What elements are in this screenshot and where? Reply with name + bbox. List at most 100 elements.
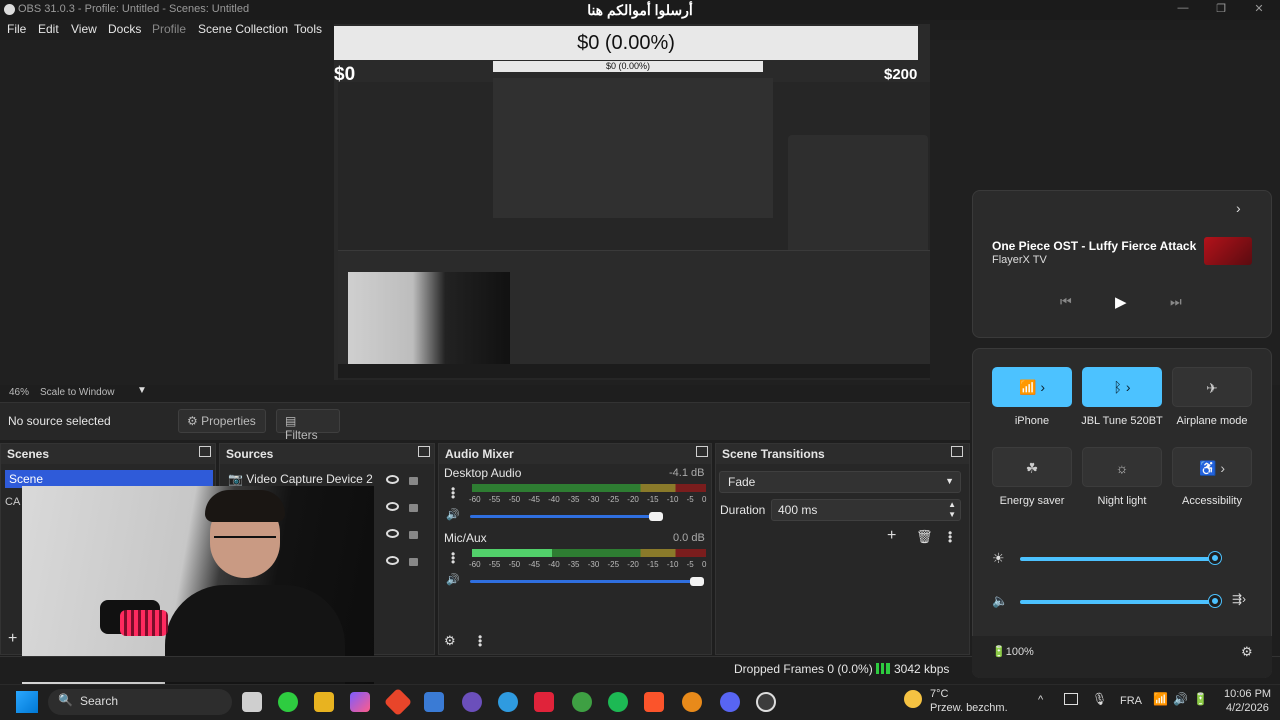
menu-scene-collection[interactable]: Scene Collection bbox=[198, 22, 288, 36]
visibility-eye-icon[interactable] bbox=[386, 502, 399, 511]
brightness-knob[interactable] bbox=[1209, 552, 1221, 564]
visibility-eye-icon[interactable] bbox=[386, 556, 399, 565]
taskbar-search[interactable]: 🔍 Search bbox=[48, 689, 232, 715]
channel-menu-icon[interactable]: • • • bbox=[451, 483, 455, 503]
menu-tools[interactable]: Tools bbox=[294, 22, 322, 36]
lock-icon[interactable] bbox=[409, 504, 418, 512]
add-transition-icon[interactable]: + bbox=[887, 527, 896, 545]
add-scene-icon[interactable]: + bbox=[8, 630, 17, 648]
trash-icon[interactable]: 🗑 bbox=[916, 529, 933, 545]
airplane-tile[interactable]: ✈ bbox=[1172, 367, 1252, 407]
volume-slider[interactable] bbox=[1020, 600, 1216, 604]
duration-input[interactable]: 400 ms ▲ ▼ bbox=[771, 499, 961, 521]
windows-start-icon[interactable] bbox=[16, 691, 38, 713]
undock-icon[interactable] bbox=[696, 446, 708, 457]
mixer-settings-icon[interactable]: ⚙ bbox=[444, 633, 456, 649]
app-icon[interactable] bbox=[572, 692, 592, 712]
clock-date[interactable]: 4/2/2026 bbox=[1226, 702, 1269, 714]
accessibility-tile[interactable]: ♿ › bbox=[1172, 447, 1252, 487]
channel-db: -4.1 dB bbox=[669, 467, 705, 479]
lock-icon[interactable] bbox=[409, 477, 418, 485]
filters-button[interactable]: ▤ Filters bbox=[276, 409, 340, 442]
visibility-eye-icon[interactable] bbox=[386, 475, 399, 484]
undock-icon[interactable] bbox=[199, 446, 211, 457]
volume-slider-knob[interactable] bbox=[649, 512, 663, 521]
weather-desc[interactable]: Przew. bezchm. bbox=[930, 702, 1008, 714]
volume-icon[interactable]: 🔈 bbox=[992, 593, 1008, 609]
app-icon[interactable] bbox=[462, 692, 482, 712]
stepper-icon[interactable]: ▲ ▼ bbox=[948, 500, 956, 520]
app-icon[interactable] bbox=[534, 692, 554, 712]
volume-slider-track[interactable] bbox=[470, 580, 700, 583]
next-track-icon[interactable]: ⏭ bbox=[1170, 294, 1182, 310]
clock-time[interactable]: 10:06 PM bbox=[1224, 688, 1271, 700]
previous-track-icon[interactable]: ⏮ bbox=[1060, 294, 1072, 310]
channel-menu-icon[interactable]: • • • bbox=[451, 548, 455, 568]
filters-label: Filters bbox=[285, 428, 318, 442]
language-indicator[interactable]: FRA bbox=[1120, 695, 1142, 707]
wifi-tray-icon[interactable]: 📶 bbox=[1153, 692, 1168, 706]
minimize-button[interactable]: — bbox=[1168, 2, 1198, 18]
brave-icon[interactable] bbox=[644, 692, 664, 712]
transition-select[interactable]: Fade ▼ bbox=[719, 471, 961, 493]
menu-profile[interactable]: Profile bbox=[152, 22, 186, 36]
speaker-icon[interactable]: 🔊 bbox=[446, 508, 460, 521]
duration-label: Duration bbox=[720, 503, 766, 517]
play-icon[interactable]: ▶ bbox=[1115, 293, 1127, 311]
donation-max: $200 bbox=[884, 66, 918, 83]
copilot-icon[interactable] bbox=[350, 692, 370, 712]
maximize-button[interactable]: ❐ bbox=[1206, 2, 1236, 18]
properties-button[interactable]: ⚙ Properties bbox=[178, 409, 266, 433]
audio-output-icon[interactable]: ⇶› bbox=[1232, 592, 1246, 606]
volume-slider-knob[interactable] bbox=[690, 577, 704, 586]
microphone-icon[interactable]: 🎙 bbox=[1092, 692, 1107, 706]
tile-label: JBL Tune 520BT bbox=[1081, 415, 1163, 427]
undock-icon[interactable] bbox=[418, 446, 430, 457]
undock-icon[interactable] bbox=[951, 446, 963, 457]
file-explorer-icon[interactable] bbox=[314, 692, 334, 712]
speaker-icon[interactable]: 🔊 bbox=[446, 573, 460, 586]
scale-mode[interactable]: Scale to Window bbox=[40, 387, 114, 398]
transition-menu-icon[interactable]: • • • bbox=[948, 527, 952, 547]
close-button[interactable]: ✕ bbox=[1244, 2, 1274, 18]
properties-label: Properties bbox=[201, 414, 256, 428]
wifi-tile[interactable]: 📶 › bbox=[992, 367, 1072, 407]
chevron-right-icon[interactable]: › bbox=[1236, 200, 1241, 216]
battery-tray-icon[interactable]: 🔋 bbox=[1193, 692, 1208, 706]
vscode-icon[interactable] bbox=[498, 692, 518, 712]
lock-icon[interactable] bbox=[409, 558, 418, 566]
app-icon[interactable] bbox=[278, 692, 298, 712]
scene-list-item[interactable]: CA bbox=[5, 496, 20, 508]
spotify-icon[interactable] bbox=[608, 692, 628, 712]
chevron-down-icon[interactable]: ▼ bbox=[137, 385, 147, 396]
volume-knob[interactable] bbox=[1209, 595, 1221, 607]
task-view-icon[interactable] bbox=[242, 692, 262, 712]
lock-icon[interactable] bbox=[409, 531, 418, 539]
accessibility-icon: ♿ bbox=[1199, 460, 1217, 476]
source-list-item[interactable]: 📷 Video Capture Device 2 bbox=[228, 472, 373, 486]
chevron-down-icon: ▼ bbox=[945, 476, 954, 486]
discord-icon[interactable] bbox=[720, 692, 740, 712]
visibility-eye-icon[interactable] bbox=[386, 529, 399, 538]
bluetooth-tile[interactable]: ᛒ › bbox=[1082, 367, 1162, 407]
webcam-glasses bbox=[214, 536, 276, 546]
mixer-menu-icon[interactable]: • • • bbox=[478, 631, 482, 651]
obs-taskbar-icon[interactable] bbox=[756, 692, 776, 712]
energy-saver-tile[interactable]: ☘ bbox=[992, 447, 1072, 487]
volume-tray-icon[interactable]: 🔊 bbox=[1173, 692, 1188, 706]
weather-temp[interactable]: 7°C bbox=[930, 688, 948, 700]
volume-slider-track[interactable] bbox=[470, 515, 660, 518]
menu-docks[interactable]: Docks bbox=[108, 22, 141, 36]
menu-view[interactable]: View bbox=[71, 22, 97, 36]
store-icon[interactable] bbox=[424, 692, 444, 712]
tray-app-icon[interactable] bbox=[1064, 693, 1078, 705]
night-light-tile[interactable]: ☼ bbox=[1082, 447, 1162, 487]
settings-gear-icon[interactable]: ⚙ bbox=[1241, 644, 1253, 660]
airplane-icon: ✈ bbox=[1206, 380, 1218, 396]
audio-mixer-title: Audio Mixer bbox=[439, 444, 711, 464]
chevron-up-icon[interactable]: ^ bbox=[1038, 694, 1043, 706]
app-icon[interactable] bbox=[682, 692, 702, 712]
menu-edit[interactable]: Edit bbox=[38, 22, 59, 36]
menu-file[interactable]: File bbox=[7, 22, 26, 36]
brightness-slider[interactable] bbox=[1020, 557, 1216, 561]
